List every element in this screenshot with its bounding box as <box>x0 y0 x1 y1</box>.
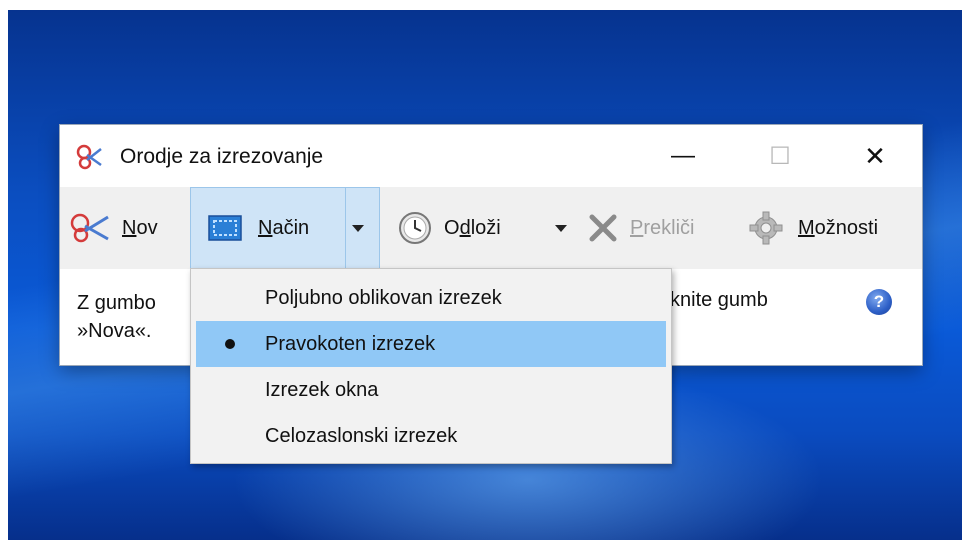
x-icon <box>589 214 617 242</box>
close-icon: ✕ <box>864 140 886 171</box>
snipping-scissors-icon <box>76 144 102 170</box>
cancel-label: Prekliči <box>630 216 695 239</box>
chevron-down-icon <box>352 224 364 232</box>
mode-button[interactable]: Način <box>208 197 309 259</box>
rectangle-snip-icon <box>208 215 242 241</box>
delay-button[interactable]: Odloži <box>398 197 501 259</box>
mode-dropdown-menu: Poljubno oblikovan izrezek Pravokoten iz… <box>190 268 672 464</box>
help-icon[interactable]: ? <box>866 289 892 315</box>
options-button[interactable]: Možnosti <box>748 197 878 259</box>
options-label: Možnosti <box>798 216 879 239</box>
new-snip-button[interactable]: Nov <box>68 197 158 259</box>
clock-icon <box>399 212 431 244</box>
cancel-button[interactable]: Prekliči <box>588 197 694 259</box>
window-title: Orodje za izrezovanje <box>120 145 324 168</box>
title-bar[interactable]: Orodje za izrezovanje — ☐ ✕ <box>60 125 922 187</box>
menu-item-free-form-snip[interactable]: Poljubno oblikovan izrezek <box>191 275 673 321</box>
menu-item-full-screen-snip[interactable]: Celozaslonski izrezek <box>191 413 673 459</box>
mode-split-divider <box>345 187 346 269</box>
selected-bullet-icon <box>225 339 235 349</box>
instruction-text: Z gumbo »Nova«. <box>77 292 156 342</box>
minimize-button[interactable]: — <box>648 125 718 187</box>
instruction-text-continued: knite gumb <box>670 289 768 311</box>
maximize-button[interactable]: ☐ <box>745 125 815 187</box>
delay-label: Odloži <box>444 216 501 239</box>
mode-dropdown-arrow[interactable] <box>352 197 364 259</box>
snipping-scissors-icon <box>70 213 109 243</box>
mode-label: Način <box>258 216 310 239</box>
new-snip-label: Nov <box>122 216 158 239</box>
minimize-icon: — <box>671 142 695 169</box>
chevron-down-icon <box>555 224 567 232</box>
maximize-icon: ☐ <box>769 142 791 170</box>
menu-item-rectangular-snip[interactable]: Pravokoten izrezek <box>191 321 673 367</box>
close-button[interactable]: ✕ <box>840 125 910 187</box>
menu-item-window-snip[interactable]: Izrezek okna <box>191 367 673 413</box>
gear-icon <box>749 211 783 245</box>
delay-dropdown-arrow[interactable] <box>555 197 567 259</box>
toolbar: Nov Način Odloži Prekliči Možnosti <box>60 187 922 269</box>
